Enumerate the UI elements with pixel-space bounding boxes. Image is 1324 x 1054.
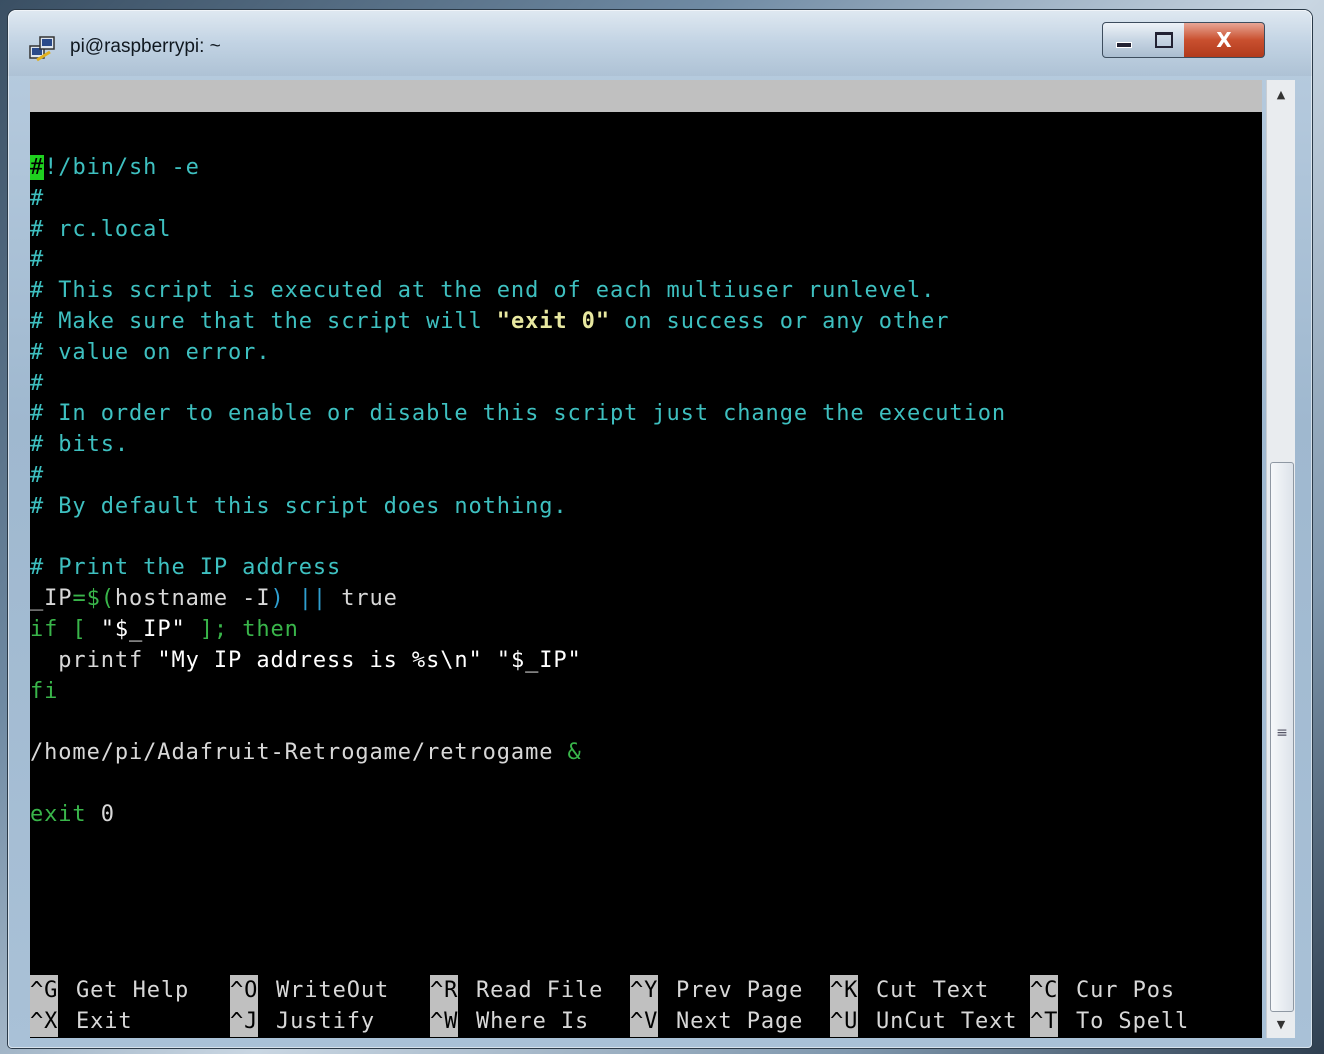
- shortcut-key: ^R: [430, 975, 459, 1006]
- code-line[interactable]: # value on error.: [30, 337, 270, 368]
- shortcut-key: ^C: [1030, 975, 1059, 1006]
- shortcut-label: WriteOut: [276, 978, 390, 1003]
- maximize-icon: [1155, 32, 1173, 48]
- code-token: #: [30, 247, 45, 273]
- code-token: !/bin/sh -e: [44, 155, 200, 180]
- shortcut-label: Where Is: [476, 1009, 590, 1034]
- shortcut-label: Next Page: [676, 1009, 804, 1034]
- shortcut-label: To Spell: [1076, 1009, 1190, 1034]
- code-token: ]; then: [185, 617, 299, 642]
- code-token: "exit 0": [496, 309, 610, 334]
- code-line[interactable]: /home/pi/Adafruit-Retrogame/retrogame &: [30, 737, 582, 768]
- scroll-up-icon[interactable]: ▲: [1267, 82, 1295, 106]
- shortcut-key: ^T: [1030, 1006, 1059, 1037]
- code-token: _IP: [30, 586, 73, 612]
- shortcut-label: Justify: [276, 1009, 376, 1034]
- terminal-area[interactable]: GNU nano 2.2.6 File: /etc/rc.local #!/bi…: [30, 80, 1262, 1038]
- code-token: 0: [86, 801, 115, 827]
- code-line[interactable]: #!/bin/sh -e: [30, 152, 200, 183]
- code-token: on success or any other: [609, 309, 950, 334]
- nano-header: GNU nano 2.2.6 File: /etc/rc.local: [30, 80, 1262, 172]
- shortcut-key: ^K: [830, 975, 859, 1006]
- close-button[interactable]: X: [1184, 22, 1265, 58]
- code-line[interactable]: fi: [30, 676, 58, 707]
- scroll-down-icon[interactable]: ▼: [1267, 1012, 1295, 1036]
- nano-version: GNU nano 2.2.6: [60, 115, 259, 140]
- code-token: # By default this script does nothing.: [30, 493, 568, 519]
- code-token: true: [341, 586, 398, 612]
- code-token: printf: [30, 647, 158, 673]
- code-line[interactable]: _IP=$(hostname -I) || true: [30, 583, 398, 614]
- shortcut-label: Read File: [476, 978, 604, 1003]
- code-line[interactable]: if [ "$_IP" ]; then: [30, 614, 299, 645]
- code-token: exit: [30, 801, 87, 827]
- code-token: if [: [30, 617, 101, 642]
- code-line[interactable]: exit 0: [30, 799, 115, 830]
- grip-icon: ≡: [1276, 725, 1288, 741]
- shortcut-key: ^G: [30, 975, 59, 1006]
- code-token: "$_IP": [100, 617, 186, 642]
- code-line[interactable]: # Make sure that the script will "exit 0…: [30, 306, 949, 337]
- shortcut-row-1: ^G Get Help ^O WriteOut ^R Read File ^Y Prev Pa…: [30, 975, 1262, 1006]
- code-token: #: [30, 370, 45, 396]
- maximize-button[interactable]: [1144, 22, 1185, 58]
- code-token: #: [30, 185, 45, 211]
- code-line[interactable]: # Print the IP address: [30, 552, 341, 583]
- title-bar[interactable]: pi@raspberrypi: ~ X: [8, 10, 1312, 76]
- shortcut-label: Exit: [76, 1009, 133, 1034]
- shortcut-key: ^V: [630, 1006, 659, 1037]
- code-line[interactable]: #: [30, 244, 44, 275]
- shortcut-key: ^O: [230, 975, 259, 1006]
- scroll-thumb[interactable]: ≡: [1270, 462, 1294, 1012]
- code-token: # bits.: [30, 432, 130, 458]
- putty-icon: [29, 36, 55, 62]
- code-token: # This script is executed at the end of …: [30, 278, 936, 304]
- code-line[interactable]: #: [30, 460, 44, 491]
- code-line[interactable]: printf "My IP address is %s\n" "$_IP": [30, 645, 582, 676]
- code-line[interactable]: # rc.local: [30, 214, 171, 245]
- shortcut-key: ^X: [30, 1006, 59, 1037]
- file-name: File: /etc/rc.local: [476, 147, 745, 172]
- code-token: /home/pi/Adafruit-Retrogame/retrogame: [30, 740, 568, 766]
- code-line[interactable]: # bits.: [30, 429, 129, 460]
- vertical-scrollbar[interactable]: ▲ ≡ ▼: [1266, 80, 1295, 1038]
- code-token: # In order to enable or disable this scr…: [30, 401, 1007, 427]
- terminal-window: pi@raspberrypi: ~ X GNU nano 2.2.6 File:…: [8, 10, 1312, 1048]
- code-line[interactable]: #: [30, 183, 44, 214]
- shortcut-label: Cut Text: [876, 978, 990, 1003]
- code-token: ) ||: [270, 586, 342, 612]
- close-icon: X: [1216, 28, 1232, 52]
- shortcut-label: Cur Pos: [1076, 978, 1176, 1003]
- shortcut-key: ^U: [830, 1006, 859, 1037]
- code-token: # Print the IP address: [30, 555, 342, 581]
- code-token: fi: [30, 678, 59, 704]
- code-line[interactable]: #: [30, 368, 44, 399]
- shortcut-label: Get Help: [76, 978, 190, 1003]
- shortcut-key: ^W: [430, 1006, 459, 1037]
- code-line[interactable]: # By default this script does nothing.: [30, 491, 568, 522]
- shortcut-row-2: ^X Exit ^J Justify ^W Where Is ^V Next Page ^U Un…: [30, 1006, 1262, 1037]
- text-cursor: #: [30, 155, 45, 180]
- shortcut-key: ^J: [230, 1006, 259, 1037]
- code-token: #: [30, 463, 45, 488]
- code-token: &: [567, 740, 582, 766]
- code-token: =$(: [72, 586, 115, 612]
- code-token: # Make sure that the script will: [30, 309, 497, 334]
- shortcut-label: Prev Page: [676, 978, 804, 1003]
- code-token: # rc.local: [30, 216, 172, 242]
- code-line[interactable]: # In order to enable or disable this scr…: [30, 398, 1006, 429]
- minimize-button[interactable]: [1102, 22, 1146, 58]
- code-line[interactable]: # This script is executed at the end of …: [30, 275, 935, 306]
- code-token: # value on error.: [30, 339, 271, 365]
- code-token: "My IP address is %s\n" "$_IP": [157, 647, 582, 673]
- shortcut-label: UnCut Text: [876, 1009, 1018, 1034]
- code-token: hostname -I: [114, 586, 271, 612]
- shortcut-key: ^Y: [630, 975, 659, 1006]
- minimize-icon: [1116, 42, 1132, 48]
- window-title: pi@raspberrypi: ~: [70, 36, 221, 57]
